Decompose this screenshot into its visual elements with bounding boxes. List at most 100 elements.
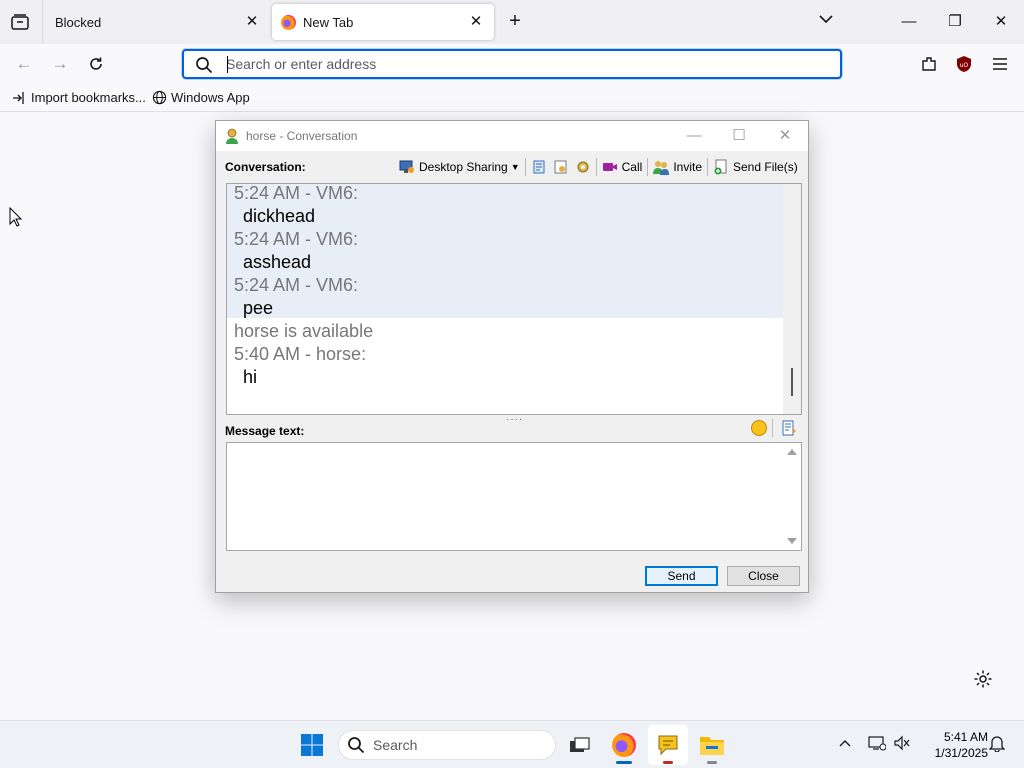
- tab-new-tab[interactable]: New Tab ✕: [272, 4, 494, 40]
- text-caret: [227, 56, 228, 73]
- message-text-label: Message text:: [225, 424, 305, 438]
- close-window-button[interactable]: ✕: [774, 125, 796, 147]
- minimize-button[interactable]: —: [683, 125, 705, 147]
- chevron-down-icon[interactable]: [815, 12, 837, 32]
- bookmarks-toolbar: Import bookmarks... Windows App: [0, 84, 1024, 112]
- close-window-button[interactable]: ✕: [989, 10, 1013, 34]
- task-view-button[interactable]: [560, 725, 600, 765]
- navigation-bar: ← → uO: [0, 44, 1024, 84]
- close-button[interactable]: Close: [727, 566, 800, 586]
- address-input[interactable]: [226, 54, 826, 74]
- message-text: asshead: [243, 252, 312, 272]
- tab-blocked[interactable]: Blocked ✕: [44, 4, 270, 40]
- windows-logo-icon: [301, 734, 323, 756]
- conversation-history[interactable]: 5:24 AM - VM6: dickhead 5:24 AM - VM6: a…: [226, 183, 802, 415]
- chevron-up-icon[interactable]: [833, 731, 857, 755]
- network-icon[interactable]: [865, 731, 889, 755]
- mouse-cursor-icon: [9, 207, 23, 227]
- toolbar-separator: [524, 158, 526, 176]
- contact-card-icon: [554, 160, 567, 174]
- taskbar-search[interactable]: Search: [338, 730, 556, 760]
- gear-icon[interactable]: [973, 669, 993, 689]
- globe-icon: [152, 90, 167, 105]
- message-meta: 5:24 AM - VM6:: [234, 229, 359, 249]
- volume-muted-icon[interactable]: [890, 731, 914, 755]
- status-message: horse is available: [234, 321, 374, 341]
- people-icon: [653, 161, 670, 175]
- gear-icon: [577, 161, 589, 173]
- toolbar-separator: [772, 419, 773, 437]
- bookmark-import[interactable]: Import bookmarks...: [12, 90, 146, 105]
- message-text: hi: [243, 367, 258, 387]
- tab-label: Blocked: [55, 14, 102, 30]
- close-icon[interactable]: ✕: [468, 14, 484, 30]
- system-clock[interactable]: 5:41 AM 1/31/2025: [916, 729, 988, 761]
- bookmark-label: Import bookmarks...: [31, 90, 146, 105]
- smiley-icon[interactable]: [751, 420, 767, 436]
- bookmark-windows-app[interactable]: Windows App: [152, 90, 250, 105]
- window-title: horse - Conversation: [246, 129, 358, 143]
- settings-button[interactable]: [572, 156, 594, 178]
- send-button[interactable]: Send: [645, 566, 718, 586]
- dropdown-arrow-icon: ▼: [510, 162, 520, 172]
- taskbar-firefox[interactable]: [604, 725, 644, 765]
- desktop-sharing-button[interactable]: Desktop Sharing ▼: [396, 156, 523, 178]
- running-indicator: [707, 761, 717, 764]
- history-scrollbar[interactable]: [783, 184, 801, 414]
- search-icon: [196, 57, 213, 74]
- taskbar-file-explorer[interactable]: [692, 725, 732, 765]
- message-input-box[interactable]: [226, 442, 802, 551]
- message-meta: 5:40 AM - horse:: [234, 344, 367, 364]
- task-view-icon: [570, 737, 590, 752]
- address-bar[interactable]: [182, 49, 842, 79]
- ublock-shield-icon[interactable]: uO: [952, 52, 976, 76]
- extensions-icon[interactable]: [917, 52, 941, 76]
- desktop-sharing-label: Desktop Sharing: [419, 160, 508, 174]
- conversation-toolbar: Desktop Sharing ▼ Call Invite Send File(…: [396, 156, 801, 178]
- firefox-icon: [612, 733, 636, 757]
- browser-tab-bar: Blocked ✕ New Tab ✕ + — ❐ ✕: [0, 0, 1024, 44]
- invite-button[interactable]: Invite: [650, 156, 705, 178]
- back-button[interactable]: ←: [12, 52, 36, 76]
- bookmark-label: Windows App: [171, 90, 250, 105]
- message-input[interactable]: [231, 447, 781, 546]
- input-scrollbar[interactable]: [783, 443, 801, 550]
- svg-text:uO: uO: [960, 62, 969, 69]
- splitter-handle[interactable]: ····: [506, 415, 522, 425]
- menu-icon[interactable]: [988, 52, 1012, 76]
- scrollbar-thumb[interactable]: [791, 368, 793, 396]
- conversation-label: Conversation:: [225, 160, 306, 174]
- call-label: Call: [621, 160, 643, 174]
- firefox-view-icon[interactable]: [10, 12, 30, 32]
- new-tab-button[interactable]: +: [504, 11, 526, 33]
- send-files-button[interactable]: Send File(s): [710, 156, 801, 178]
- reload-button[interactable]: [84, 52, 108, 76]
- minimize-button[interactable]: —: [897, 10, 921, 34]
- format-text-icon[interactable]: [781, 420, 797, 436]
- scroll-down-arrow-icon[interactable]: [787, 538, 797, 544]
- maximize-button[interactable]: ☐: [728, 125, 750, 147]
- tab-separator: [42, 0, 43, 44]
- conversation-title-bar[interactable]: horse - Conversation — ☐ ✕: [216, 121, 808, 151]
- running-indicator: [616, 761, 632, 764]
- close-icon[interactable]: ✕: [244, 14, 260, 30]
- taskbar-messenger[interactable]: [648, 725, 688, 765]
- contact-info-button[interactable]: [550, 156, 572, 178]
- scroll-up-arrow-icon[interactable]: [787, 449, 797, 455]
- history-button[interactable]: [528, 156, 550, 178]
- running-indicator: [663, 761, 673, 764]
- restore-button[interactable]: ❐: [943, 10, 967, 34]
- import-icon: [13, 91, 24, 104]
- start-button[interactable]: [292, 725, 332, 765]
- conversation-window: horse - Conversation — ☐ ✕ Conversation:…: [215, 120, 809, 593]
- notification-bell-icon[interactable]: [985, 731, 1009, 755]
- video-camera-icon: [602, 163, 617, 171]
- firefox-icon: [281, 14, 296, 30]
- message-meta: 5:24 AM - VM6:: [234, 275, 359, 295]
- call-button[interactable]: Call: [599, 156, 646, 178]
- clock-date: 1/31/2025: [934, 746, 988, 760]
- folder-icon: [700, 737, 724, 755]
- clock-time: 5:41 AM: [943, 730, 988, 744]
- forward-button[interactable]: →: [48, 52, 72, 76]
- message-text: dickhead: [243, 206, 316, 226]
